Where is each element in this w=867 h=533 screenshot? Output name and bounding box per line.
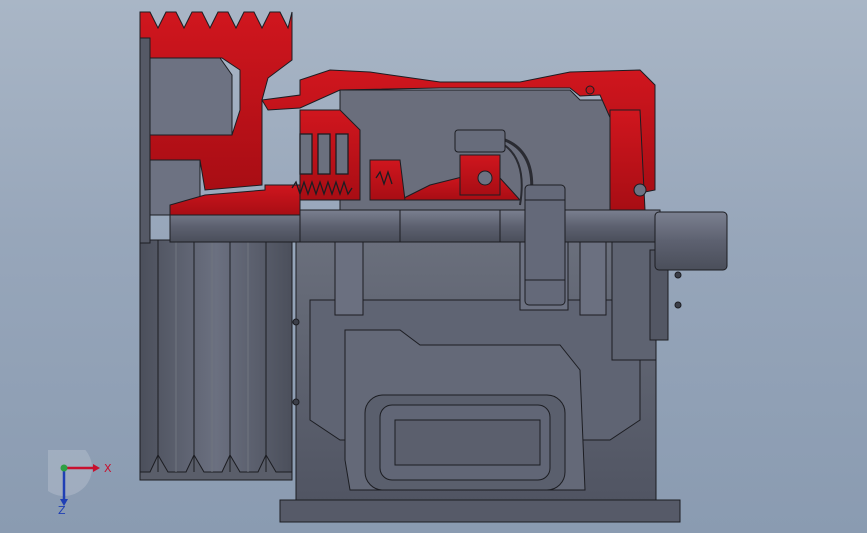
drive-pulley — [139, 239, 293, 481]
z-axis-label: Z — [58, 504, 66, 517]
crankcase — [279, 209, 681, 523]
triad-background — [48, 450, 92, 496]
y-axis-dot — [60, 464, 68, 472]
graphics-viewport[interactable]: X Z — [0, 0, 867, 533]
compressor-section-model[interactable] — [0, 0, 867, 533]
x-axis-arrowhead — [93, 464, 100, 472]
orientation-triad: X Z — [48, 450, 112, 517]
x-axis-label: X — [104, 462, 112, 475]
